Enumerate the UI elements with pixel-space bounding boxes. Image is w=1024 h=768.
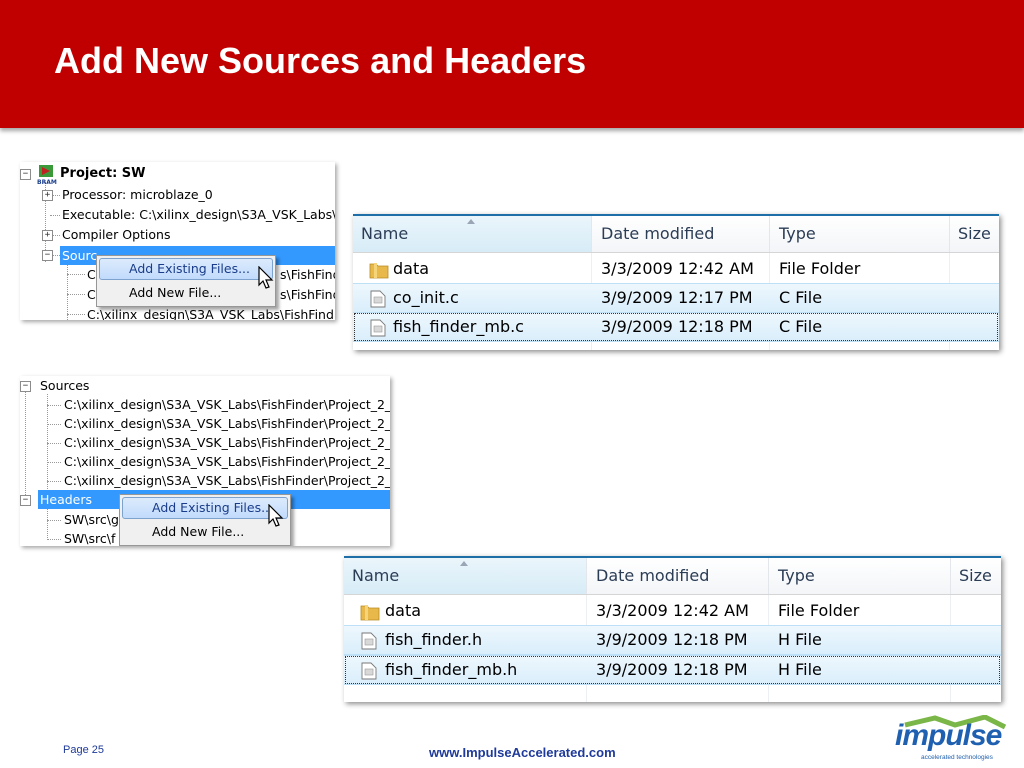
page-number: Page 25	[63, 744, 104, 756]
project-icon: BRAM	[37, 163, 57, 188]
slide-title: Add New Sources and Headers	[54, 40, 587, 81]
file-date: 3/3/2009 12:42 AM	[596, 601, 749, 620]
mouse-pointer-icon	[258, 265, 274, 293]
source-file-1-left[interactable]: C	[87, 265, 96, 284]
sources-node[interactable]: Sources	[40, 376, 89, 395]
processor-node[interactable]: Processor: microblaze_0	[62, 185, 213, 204]
file-date: 3/3/2009 12:42 AM	[601, 259, 754, 278]
source-file-3[interactable]: C:\xilinx_design\S3A_VSK_Labs\FishFind	[87, 305, 334, 320]
source-file-1-right[interactable]: s\FishFind	[280, 265, 335, 284]
impulse-logo: impulse accelerated technologies	[895, 715, 1010, 765]
file-list-headers: Name Date modified Type Size data 3/3/20…	[344, 556, 1001, 702]
file-date: 3/9/2009 12:17 PM	[601, 288, 753, 307]
h-file-icon	[361, 661, 377, 689]
file-row-selected[interactable]: fish_finder.h 3/9/2009 12:18 PM H File	[344, 625, 1001, 655]
footer-url[interactable]: www.ImpulseAccelerated.com	[429, 745, 616, 760]
headers-node-label: Headers	[40, 492, 93, 507]
file-name: fish_finder_mb.h	[385, 660, 518, 679]
sources-headers-tree-panel: − Sources C:\xilinx_design\S3A_VSK_Labs\…	[20, 376, 390, 546]
expand-toggle-processor[interactable]: +	[42, 190, 53, 201]
file-name: data	[393, 259, 430, 278]
file-name: co_init.c	[393, 288, 459, 307]
menu-add-new-file[interactable]: Add New File...	[99, 282, 273, 304]
file-list-sources: Name Date modified Type Size data 3/3/20…	[353, 214, 999, 350]
file-row-selected[interactable]: co_init.c 3/9/2009 12:17 PM C File	[353, 283, 999, 313]
mouse-pointer-icon	[268, 503, 284, 531]
source-file-2-right[interactable]: s\FishFind	[280, 285, 335, 304]
context-menu-sources: Add Existing Files... Add New File...	[96, 255, 276, 307]
menu-add-existing-files[interactable]: Add Existing Files...	[122, 497, 288, 519]
file-name: fish_finder_mb.c	[393, 317, 524, 336]
column-date-modified[interactable]: Date modified	[588, 558, 768, 594]
slide-header: Add New Sources and Headers	[0, 0, 1024, 128]
column-type[interactable]: Type	[771, 216, 949, 252]
file-type: C File	[779, 317, 823, 336]
header-path-1[interactable]: SW\src\g	[64, 510, 119, 529]
expand-toggle-compiler[interactable]: +	[42, 230, 53, 241]
c-file-icon	[370, 318, 386, 346]
compiler-options-node[interactable]: Compiler Options	[62, 225, 170, 244]
file-row[interactable]: data 3/3/2009 12:42 AM File Folder	[344, 597, 1001, 625]
file-type: File Folder	[778, 601, 860, 620]
column-size[interactable]: Size	[951, 558, 1001, 594]
svg-text:BRAM: BRAM	[37, 179, 57, 185]
column-type[interactable]: Type	[770, 558, 950, 594]
source-path-5[interactable]: C:\xilinx_design\S3A_VSK_Labs\FishFinder…	[64, 471, 390, 490]
file-type: H File	[778, 660, 822, 679]
source-file-2-left[interactable]: C	[87, 285, 96, 304]
sort-up-icon	[467, 219, 475, 224]
file-row-selected-focused[interactable]: fish_finder_mb.c 3/9/2009 12:18 PM C Fil…	[353, 312, 999, 342]
menu-add-existing-files[interactable]: Add Existing Files...	[99, 258, 273, 280]
file-name: data	[385, 601, 422, 620]
source-path-4[interactable]: C:\xilinx_design\S3A_VSK_Labs\FishFinder…	[64, 452, 390, 471]
column-date-modified[interactable]: Date modified	[593, 216, 769, 252]
sources-node-label: Sourc	[62, 248, 98, 263]
column-header-row: Name Date modified Type Size	[353, 216, 999, 253]
source-path-3[interactable]: C:\xilinx_design\S3A_VSK_Labs\FishFinder…	[64, 433, 390, 452]
project-tree-panel: − BRAM Project: SW + Processor: microbla…	[20, 162, 335, 320]
collapse-toggle-headers[interactable]: −	[20, 495, 31, 506]
source-path-1[interactable]: C:\xilinx_design\S3A_VSK_Labs\FishFinder…	[64, 395, 390, 414]
column-header-row: Name Date modified Type Size	[344, 558, 1001, 595]
sort-up-icon	[460, 561, 468, 566]
context-menu-headers: Add Existing Files... Add New File...	[119, 494, 291, 546]
file-type: File Folder	[779, 259, 861, 278]
column-size[interactable]: Size	[950, 216, 999, 252]
project-node-label[interactable]: Project: SW	[60, 164, 146, 183]
file-type: C File	[779, 288, 823, 307]
executable-node[interactable]: Executable: C:\xilinx_design\S3A_VSK_Lab…	[62, 205, 335, 224]
collapse-toggle-project[interactable]: −	[20, 169, 31, 180]
file-type: H File	[778, 630, 822, 649]
logo-wordmark: impulse	[895, 719, 1002, 752]
collapse-toggle-sources[interactable]: −	[42, 250, 53, 261]
source-path-2[interactable]: C:\xilinx_design\S3A_VSK_Labs\FishFinder…	[64, 414, 390, 433]
collapse-toggle-sources[interactable]: −	[20, 381, 31, 392]
file-row[interactable]: data 3/3/2009 12:42 AM File Folder	[353, 255, 999, 283]
file-date: 3/9/2009 12:18 PM	[596, 630, 748, 649]
menu-add-new-file[interactable]: Add New File...	[122, 521, 288, 543]
file-row-selected-focused[interactable]: fish_finder_mb.h 3/9/2009 12:18 PM H Fil…	[344, 655, 1001, 685]
header-path-2[interactable]: SW\src\f	[64, 529, 115, 546]
file-date: 3/9/2009 12:18 PM	[596, 660, 748, 679]
file-date: 3/9/2009 12:18 PM	[601, 317, 753, 336]
logo-tagline: accelerated technologies	[921, 754, 993, 761]
file-name: fish_finder.h	[385, 630, 483, 649]
